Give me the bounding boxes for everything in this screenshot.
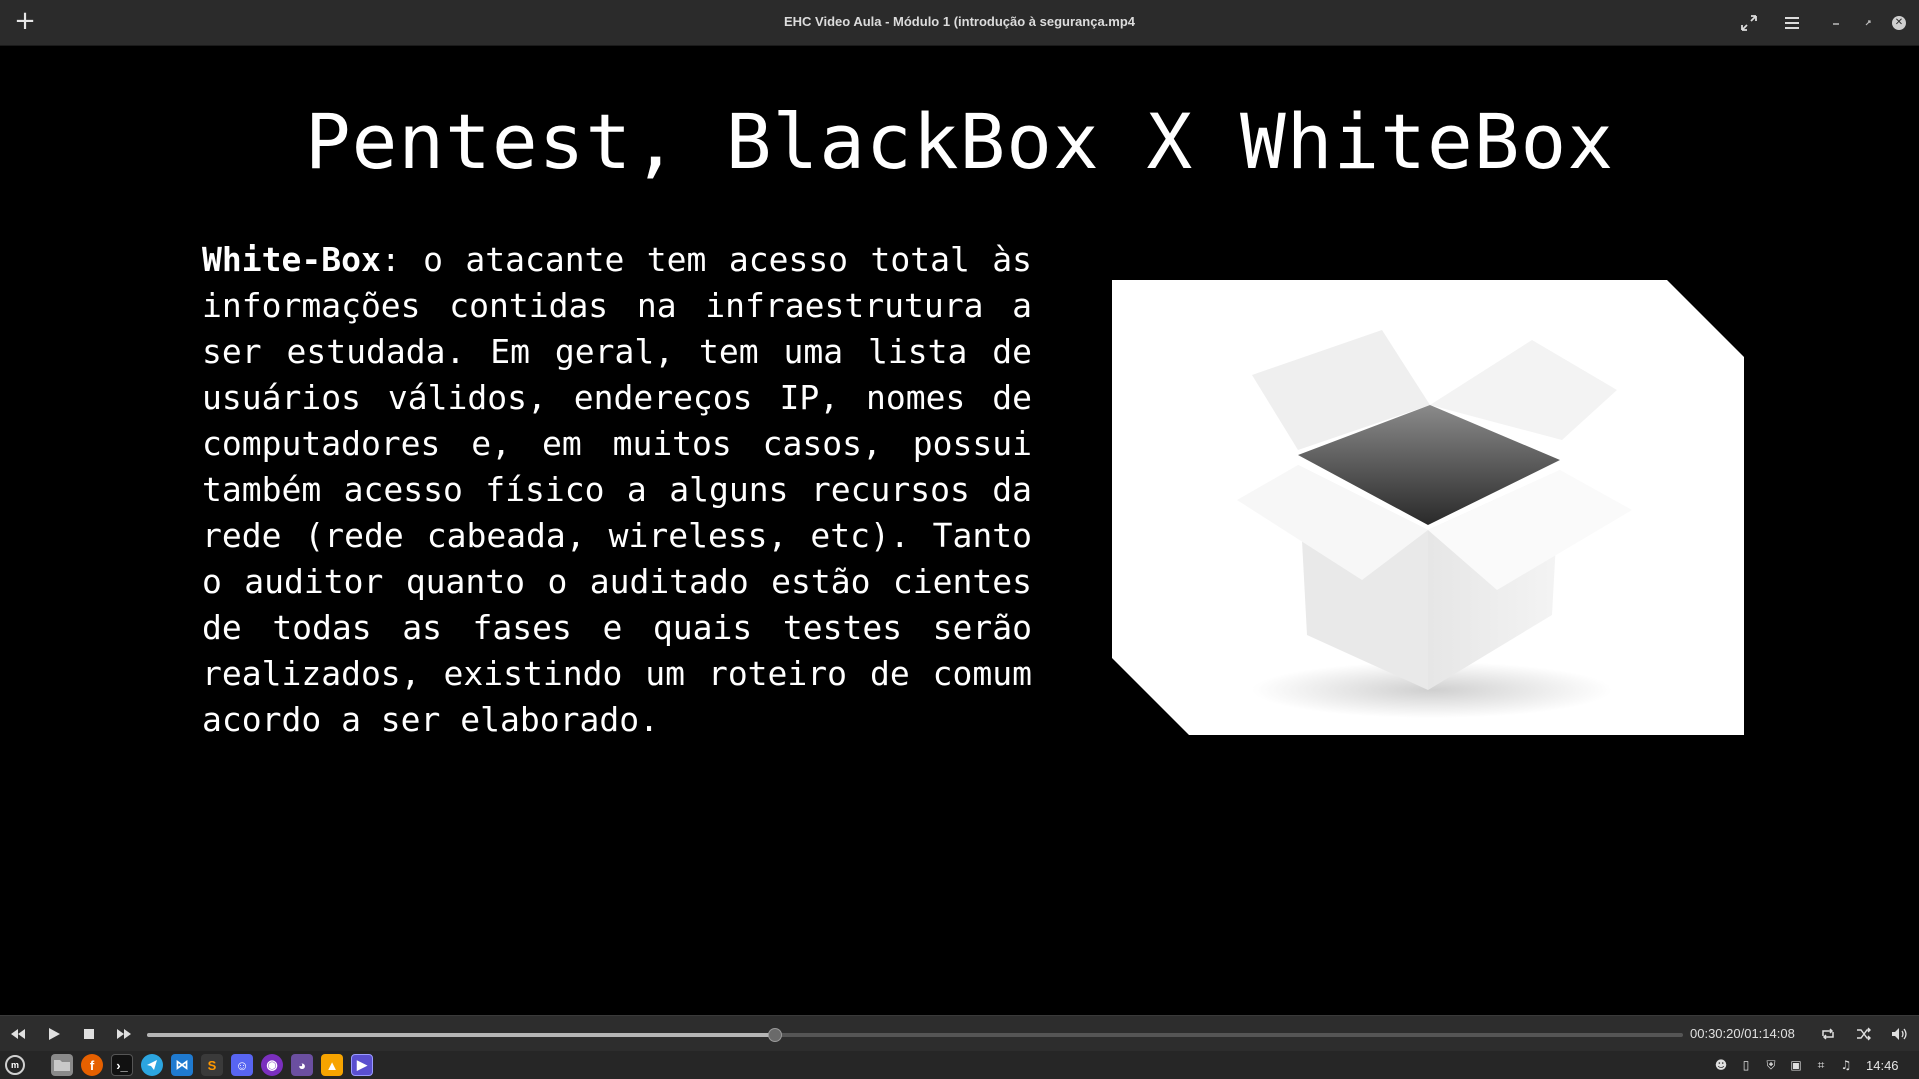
vscode-icon[interactable]: ⋈ <box>171 1054 193 1076</box>
play-button[interactable] <box>44 1025 64 1043</box>
window-titlebar: + EHC Video Aula - Módulo 1 (introdução … <box>0 0 1919 46</box>
stop-icon <box>84 1029 94 1039</box>
hexchat-icon[interactable]: ◕ <box>291 1054 313 1076</box>
slide-text: White-Box: o atacante tem acesso total à… <box>202 237 1032 743</box>
expand-icon <box>1741 15 1757 31</box>
player-controls: 00:30:20/01:14:08 <box>0 1015 1919 1051</box>
open-box-image <box>1112 280 1744 735</box>
repeat-icon <box>1822 1028 1834 1040</box>
sublime-icon[interactable]: S <box>201 1054 223 1076</box>
menu-button[interactable] <box>1780 11 1804 35</box>
restore-button[interactable] <box>1856 11 1880 35</box>
close-button[interactable]: ✕ <box>1887 11 1911 35</box>
video-area[interactable]: Pentest, BlackBox X WhiteBox White-Box: … <box>0 47 1919 1015</box>
rewind-button[interactable] <box>8 1025 28 1043</box>
fast-forward-icon <box>117 1029 131 1039</box>
hamburger-icon <box>1785 17 1799 29</box>
stop-button[interactable] <box>79 1025 99 1043</box>
updates-tray-icon[interactable]: ▣ <box>1787 1056 1805 1074</box>
vlc-icon[interactable]: ▲ <box>321 1054 343 1076</box>
fullscreen-button[interactable] <box>1737 11 1761 35</box>
start-menu-icon[interactable]: m <box>5 1055 25 1075</box>
files-icon[interactable] <box>51 1054 73 1076</box>
window-title: EHC Video Aula - Módulo 1 (introdução à … <box>783 14 1136 29</box>
volume-button[interactable] <box>1890 1025 1910 1043</box>
slide-title: Pentest, BlackBox X WhiteBox <box>304 97 1615 186</box>
slide-term: White-Box <box>202 240 381 279</box>
volume-icon <box>1892 1028 1907 1040</box>
seek-progress <box>147 1033 776 1037</box>
shuffle-button[interactable] <box>1854 1025 1874 1043</box>
video-player-icon[interactable]: ▶ <box>351 1054 373 1076</box>
firefox-icon[interactable]: f <box>81 1054 103 1076</box>
clipboard-tray-icon[interactable]: ▯ <box>1737 1056 1755 1074</box>
network-tray-icon[interactable]: ⌗ <box>1812 1056 1830 1074</box>
sound-tray-icon[interactable]: ♫ <box>1837 1056 1855 1074</box>
restore-icon <box>1865 20 1871 26</box>
rewind-icon <box>11 1029 25 1039</box>
minimize-icon <box>1833 23 1839 25</box>
slide-body: : o atacante tem acesso total às informa… <box>202 240 1032 739</box>
clock: 14:46 <box>1866 1058 1899 1073</box>
shield-tray-icon[interactable]: ⛨ <box>1762 1056 1780 1074</box>
taskbar: m f ›_ ⋈ S ☺ ◉ ◕ ▲ ▶ ☻ ▯ ⛨ ▣ ⌗ ♫ 14:46 <box>0 1051 1919 1079</box>
discord-icon[interactable]: ☺ <box>231 1054 253 1076</box>
discord-tray-icon[interactable]: ☻ <box>1712 1056 1730 1074</box>
telegram-icon[interactable] <box>141 1054 163 1076</box>
minimize-button[interactable] <box>1824 11 1848 35</box>
play-icon <box>49 1028 60 1040</box>
playback-time: 00:30:20/01:14:08 <box>1690 1026 1795 1041</box>
close-icon: ✕ <box>1892 16 1906 30</box>
seek-handle[interactable] <box>768 1028 783 1042</box>
seek-bar[interactable] <box>147 1028 1683 1042</box>
fast-forward-button[interactable] <box>114 1025 134 1043</box>
shuffle-icon <box>1857 1027 1871 1041</box>
terminal-icon[interactable]: ›_ <box>111 1054 133 1076</box>
repeat-button[interactable] <box>1818 1025 1838 1043</box>
podcast-icon[interactable]: ◉ <box>261 1054 283 1076</box>
